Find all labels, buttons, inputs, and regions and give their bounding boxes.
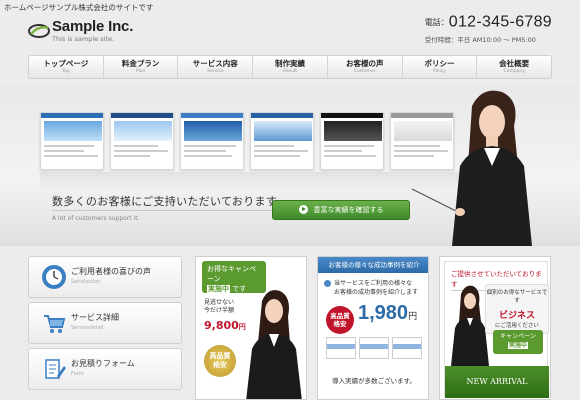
success-price-value: 1,980: [358, 302, 409, 324]
site-thumbnail: [40, 112, 104, 170]
check-icon: [324, 280, 331, 287]
campaign-text1: 見逃せない: [204, 299, 235, 306]
nav-label: トップページ: [43, 59, 89, 68]
bubble-line1: 個別のお得なサービスです: [486, 290, 548, 304]
success-text: 当サービスをご利用の様々な お客様の成功事例を紹介します: [334, 279, 418, 297]
campaign-highlight: 実施中: [207, 285, 230, 293]
site-thumbnail: [392, 337, 422, 359]
shopping-cart-icon: [44, 315, 66, 333]
quality-seal: 高品質 格安: [326, 306, 354, 334]
businesswoman-image: [411, 90, 532, 246]
logo-title: Sample Inc.: [52, 18, 134, 35]
success-price: 1,980円: [358, 302, 417, 325]
business-hours: 受付時間：平日 AM10:00 〜 PM5:00: [424, 35, 536, 44]
nav-sub: Plan: [135, 69, 146, 74]
phone-label: 電話：: [424, 18, 449, 27]
logo-swoosh-icon: [28, 24, 50, 38]
nav-item-service[interactable]: サービス内容 Service: [178, 56, 254, 78]
site-thumbnail: [250, 112, 314, 170]
button-line1: キャンペーン: [500, 333, 536, 340]
side-menu-quote-form[interactable]: お見積りフォーム Form: [28, 348, 182, 390]
nav-label: ポリシー: [424, 59, 455, 68]
quality-badge: 高品質 格安: [204, 345, 236, 377]
nav-label: サービス内容: [192, 59, 238, 68]
side-menu-label: ご利用者様の喜びの声: [71, 267, 151, 276]
site-thumbnail: [180, 112, 244, 170]
seal-line2: 格安: [333, 320, 347, 328]
document-pen-icon: [45, 359, 66, 379]
new-arrival-bubble: 個別のお得なサービスです ビジネス にご活用ください: [485, 284, 549, 334]
nav-label: 料金プラン: [121, 59, 160, 68]
site-tagline: ホームページサンプル株式会社のサイトです: [4, 3, 154, 12]
nav-item-policy[interactable]: ポリシー Policy: [403, 56, 478, 78]
view-results-button[interactable]: 豊富な実績を確認する: [272, 200, 410, 220]
logo-subtitle: This is sample site.: [52, 35, 115, 43]
new-arrival-footer: NEW ARRIVAL: [445, 366, 549, 398]
success-stories-banner[interactable]: お客様の様々な成功事例を紹介 当サービスをご利用の様々な お客様の成功事例を紹介…: [317, 256, 429, 400]
campaign-price-value: 9,800: [204, 319, 239, 332]
nav-sub: Customer: [353, 69, 376, 74]
side-menu-sub: Form: [71, 371, 84, 377]
side-menu-label: サービス詳細: [71, 313, 119, 322]
campaign-price: 9,800円: [204, 319, 246, 332]
hero-headline: 数多くのお客様にご支持いただいております。: [52, 195, 288, 208]
campaign-banner[interactable]: お得なキャンペーン 実施中 です 見逃せない 今だけ半額 9,800円 高品質格…: [195, 256, 307, 400]
success-price-unit: 円: [408, 311, 418, 321]
logo[interactable]: Sample Inc. This is sample site.: [26, 18, 166, 46]
nav-sub: Top: [62, 69, 70, 74]
nav-label: 制作実績: [275, 59, 306, 68]
nav-item-top[interactable]: トップページ Top: [29, 56, 104, 78]
hero-divider: [52, 210, 272, 211]
cta-label: 豊富な実績を確認する: [313, 206, 384, 214]
nav-label: お客様の声: [345, 59, 384, 68]
nav-item-result[interactable]: 制作実績 Result: [253, 56, 328, 78]
nav-sub: Policy: [432, 69, 446, 74]
success-text1: 当サービスをご利用の様々な: [334, 280, 413, 287]
button-highlight: 実施中: [507, 342, 528, 349]
success-thumbnails: [326, 337, 422, 359]
success-text2: お客様の成功事例を紹介します: [334, 289, 419, 296]
site-thumbnail: [320, 112, 384, 170]
campaign-button[interactable]: キャンペーン 実施中: [493, 330, 543, 354]
phone-number[interactable]: 012-345-6789: [449, 14, 552, 31]
businesswoman-image: [246, 290, 302, 399]
nav-label: 会社概要: [499, 59, 530, 68]
site-thumbnail: [326, 337, 356, 359]
bubble-big1: ビジネス: [498, 311, 535, 321]
new-arrival-banner[interactable]: ご提供させていただいております 個別のお得なサービスです ビジネス にご活用くだ…: [439, 256, 551, 400]
bubble-big2: にご活用ください: [495, 323, 539, 329]
hero-site-thumbnails: [40, 112, 454, 170]
global-nav: トップページ Top 料金プラン Plan サービス内容 Service 制作実績 Re…: [28, 55, 552, 79]
side-menu-service-detail[interactable]: サービス詳細 Servicedetail: [28, 302, 182, 344]
badge-line2: 格安: [213, 361, 227, 369]
success-footer: 導入実績が多数ございます。: [332, 377, 416, 385]
side-menu-label: お見積りフォーム: [71, 359, 135, 368]
campaign-text2: 今だけ半額: [204, 307, 235, 314]
new-arrival-frame: ご提供させていただいております 個別のお得なサービスです ビジネス にご活用くだ…: [444, 261, 549, 398]
site-thumbnail: [110, 112, 174, 170]
contact-phone: 電話：012-345-6789 受付時間：平日 AM10:00 〜 PM5:00: [425, 12, 552, 44]
thumbnail-reflection: [40, 172, 460, 192]
arrow-right-icon: [298, 204, 308, 214]
nav-item-customer[interactable]: お客様の声 Customer: [328, 56, 403, 78]
site-thumbnail: [359, 337, 389, 359]
seal-line1: 高品質: [330, 312, 350, 320]
clock-icon: [42, 265, 66, 289]
side-menu-sub: Satisfaction: [71, 279, 101, 285]
side-menu-testimonials[interactable]: ご利用者様の喜びの声 Satisfaction: [28, 256, 182, 298]
nav-item-company[interactable]: 会社概要 Company: [477, 56, 551, 78]
side-menu-sub: Servicedetail: [71, 325, 104, 331]
nav-sub: Company: [503, 69, 525, 74]
campaign-text: 見逃せない 今だけ半額: [204, 299, 234, 315]
nav-sub: Result: [283, 69, 297, 74]
nav-sub: Service: [206, 69, 224, 74]
success-header: お客様の様々な成功事例を紹介: [318, 257, 428, 273]
nav-item-plan[interactable]: 料金プラン Plan: [104, 56, 179, 78]
hero-subline: A lot of customers support it.: [52, 215, 140, 222]
campaign-line1: お得なキャンペーン: [207, 265, 256, 283]
badge-line1: 高品質: [209, 352, 231, 360]
